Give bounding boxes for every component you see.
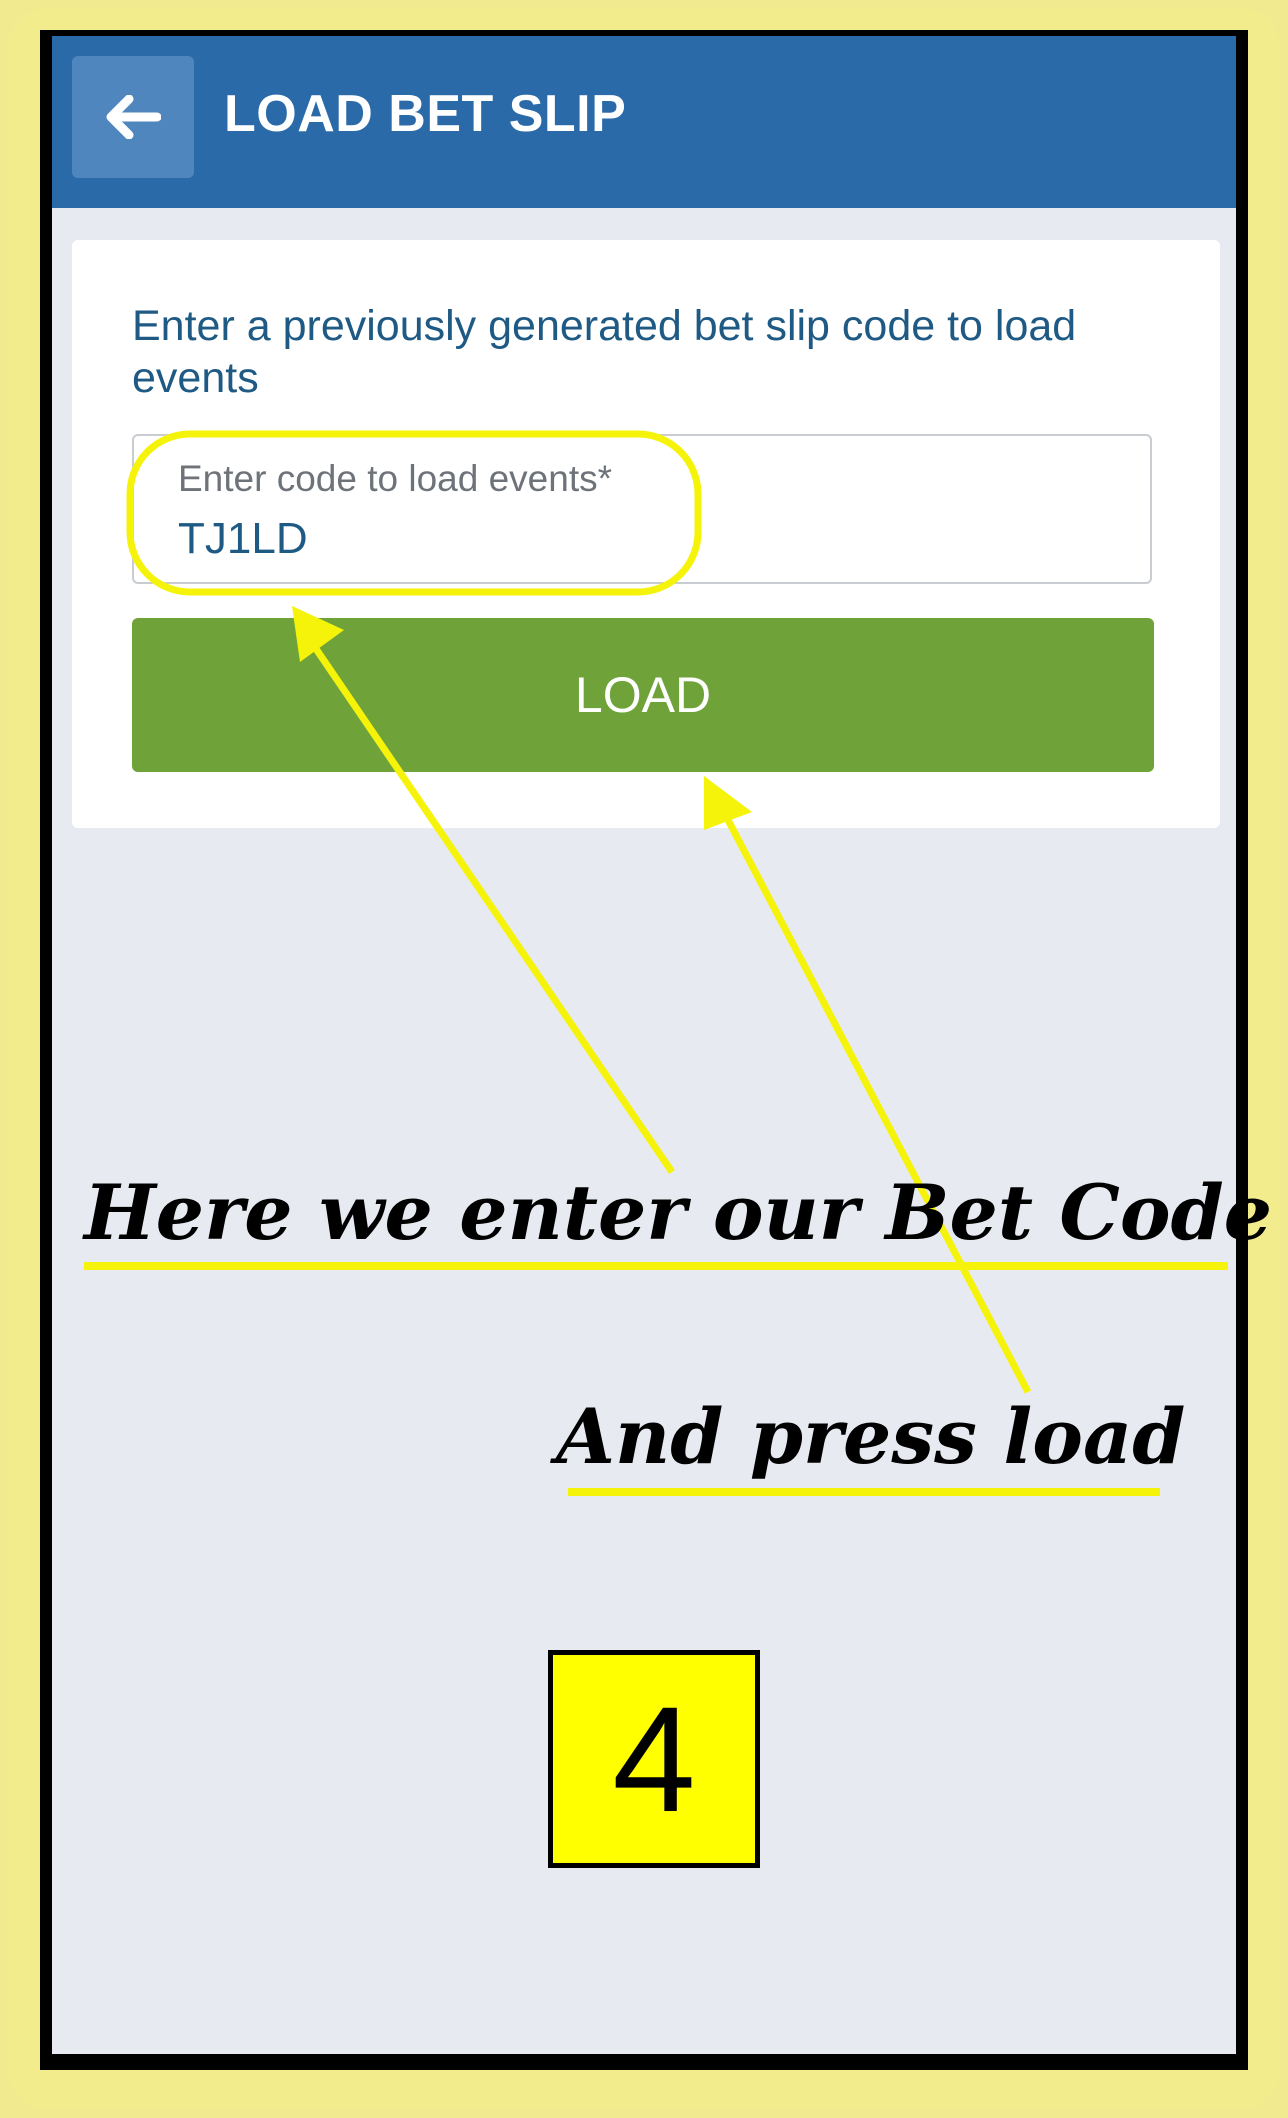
page-title: LOAD BET SLIP (224, 85, 627, 143)
bet-code-value[interactable]: TJ1LD (178, 514, 308, 564)
caption-enter-code: Here we enter our Bet Code (84, 1168, 1273, 1257)
caption-press-load: And press load (556, 1392, 1186, 1481)
step-number-badge: 4 (548, 1650, 760, 1868)
load-button[interactable]: LOAD (132, 618, 1154, 772)
card-description: Enter a previously generated bet slip co… (132, 302, 1077, 402)
app-bar: LOAD BET SLIP (52, 36, 1236, 208)
bet-code-input[interactable]: Enter code to load events* TJ1LD (132, 434, 1152, 584)
back-button[interactable] (72, 56, 194, 178)
load-bet-slip-card: Enter a previously generated bet slip co… (72, 240, 1220, 828)
arrow-left-icon (106, 95, 161, 139)
bet-code-label: Enter code to load events* (178, 458, 613, 499)
